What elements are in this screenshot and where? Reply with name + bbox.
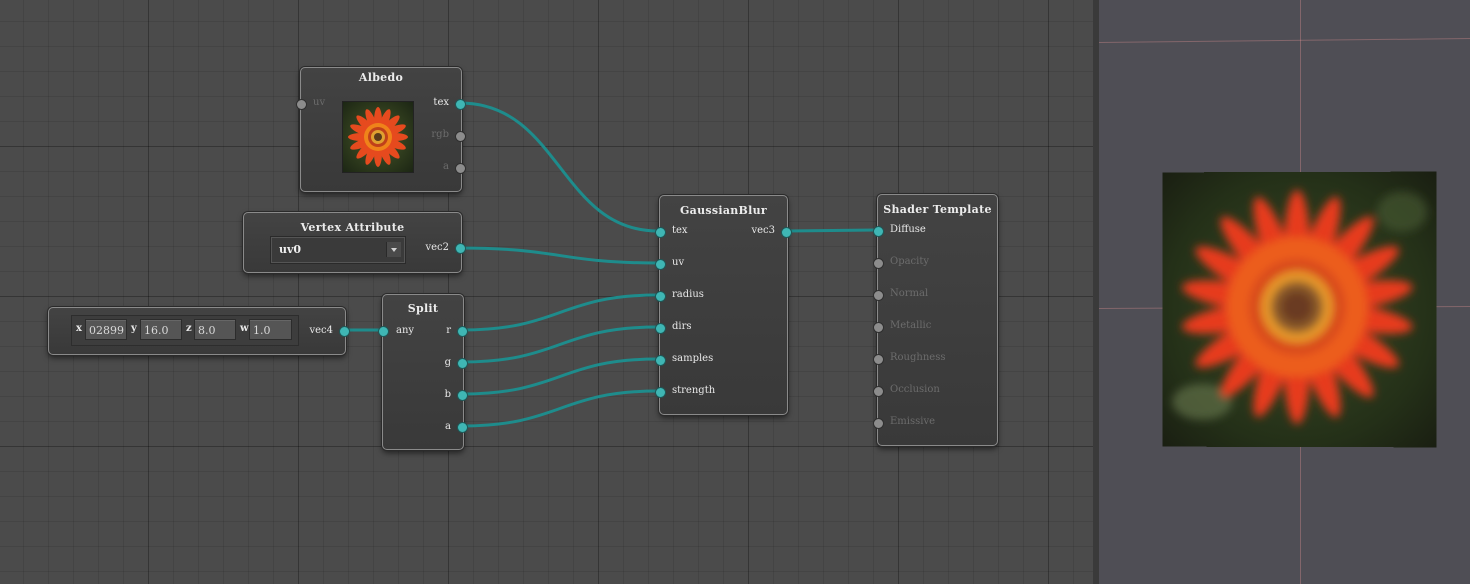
wire-vertex-vec2-to-blur-uv: [458, 246, 660, 265]
wire-split-g-to-blur-dirs: [460, 325, 660, 364]
shader-template-occlusion-label: Occlusion: [890, 384, 940, 395]
vector4-vec4-port[interactable]: [339, 326, 350, 337]
shader-template-emissive-label: Emissive: [890, 416, 936, 427]
vector4-vec4-label: vec4: [309, 325, 333, 336]
gaussian-blur-uv-label: uv: [672, 257, 685, 268]
shader-template-opacity-port[interactable]: [873, 258, 884, 269]
vertex-attribute-vec2-label: vec2: [425, 242, 449, 253]
vector4-w-label: w: [240, 323, 249, 334]
wire-blur-vec3-to-shader-diffuse: [785, 228, 878, 233]
shader-template-opacity-label: Opacity: [890, 256, 930, 267]
split-any-port[interactable]: [378, 326, 389, 337]
shader-template-diffuse-label: Diffuse: [890, 224, 926, 235]
wire-split-r-to-blur-radius: [460, 293, 660, 332]
wire-albedo-tex-to-blur-tex: [458, 101, 660, 233]
shader-template-metallic-label: Metallic: [890, 320, 932, 331]
gaussian-blur-tex-label: tex: [672, 225, 688, 236]
gaussian-blur-vec3-port[interactable]: [781, 227, 792, 238]
shader-template-normal-label: Normal: [890, 288, 929, 299]
gaussian-blur-dirs-port[interactable]: [655, 323, 666, 334]
split-a-label: a: [445, 421, 451, 432]
wire-split-a-to-blur-strength: [460, 389, 660, 428]
vector4-x-field[interactable]: 02899: [85, 319, 127, 340]
shader-template-emissive-port[interactable]: [873, 418, 884, 429]
vertex-attribute-node[interactable]: Vertex Attribute uv0 vec2: [243, 212, 466, 273]
shader-template-normal-port[interactable]: [873, 290, 884, 301]
split-b-port[interactable]: [457, 390, 468, 401]
albedo-uv-port[interactable]: [296, 99, 307, 110]
vector4-z-label: z: [186, 323, 192, 334]
shader-template-occlusion-port[interactable]: [873, 386, 884, 397]
shader-template-node[interactable]: Shader Template Diffuse Opacity Normal M…: [873, 194, 998, 446]
preview-viewport[interactable]: [1099, 0, 1470, 584]
vertex-attribute-node-title: Vertex Attribute: [300, 221, 405, 234]
gaussian-blur-radius-port[interactable]: [655, 291, 666, 302]
gaussian-blur-dirs-label: dirs: [672, 321, 692, 332]
shader-template-roughness-port[interactable]: [873, 354, 884, 365]
shader-template-metallic-port[interactable]: [873, 322, 884, 333]
split-b-label: b: [444, 389, 451, 400]
albedo-a-label: a: [443, 161, 449, 172]
albedo-a-port[interactable]: [455, 163, 466, 174]
shader-template-roughness-label: Roughness: [890, 352, 946, 363]
gaussian-blur-samples-port[interactable]: [655, 355, 666, 366]
gaussian-blur-strength-label: strength: [672, 385, 716, 396]
albedo-uv-label: uv: [313, 97, 326, 108]
shader-template-diffuse-port[interactable]: [873, 226, 884, 237]
flower-image: [343, 102, 413, 172]
split-a-port[interactable]: [457, 422, 468, 433]
vector4-node[interactable]: x 02899 y 16.0 z 8.0 w 1.0 vec4: [48, 307, 350, 355]
gaussian-blur-vec3-label: vec3: [751, 225, 775, 236]
vector4-w-field[interactable]: 1.0: [249, 319, 292, 340]
albedo-tex-port[interactable]: [455, 99, 466, 110]
preview-mesh: [1162, 171, 1437, 448]
shader-template-node-title: Shader Template: [883, 203, 992, 216]
split-node-title: Split: [407, 302, 439, 315]
blurred-flower-image: [1162, 171, 1437, 448]
vector4-x-label: x: [76, 323, 82, 334]
split-g-port[interactable]: [457, 358, 468, 369]
albedo-texture-thumbnail[interactable]: [342, 101, 414, 173]
gaussian-blur-radius-label: radius: [672, 289, 704, 300]
split-g-label: g: [444, 357, 451, 368]
vector4-z-field[interactable]: 8.0: [194, 319, 236, 340]
gaussian-blur-samples-label: samples: [672, 353, 714, 364]
wire-split-b-to-blur-samples: [460, 357, 660, 396]
gaussian-blur-uv-port[interactable]: [655, 259, 666, 270]
node-graph-canvas[interactable]: Albedo uv tex rgb a Vertex Attribute uv0…: [0, 0, 1096, 584]
gaussian-blur-tex-port[interactable]: [655, 227, 666, 238]
vertex-attribute-select[interactable]: uv0: [270, 236, 406, 264]
gaussian-blur-node-title: GaussianBlur: [679, 204, 768, 217]
albedo-tex-label: tex: [433, 97, 449, 108]
albedo-node[interactable]: Albedo uv tex rgb a: [296, 67, 466, 192]
split-r-port[interactable]: [457, 326, 468, 337]
albedo-rgb-port[interactable]: [455, 131, 466, 142]
gaussian-blur-node[interactable]: GaussianBlur tex uv radius dirs samples …: [655, 195, 792, 415]
vector4-y-field[interactable]: 16.0: [140, 319, 182, 340]
albedo-rgb-label: rgb: [431, 129, 449, 140]
gaussian-blur-strength-port[interactable]: [655, 387, 666, 398]
vertex-attribute-vec2-port[interactable]: [455, 243, 466, 254]
split-node[interactable]: Split any r g b a: [378, 294, 468, 450]
split-any-label: any: [396, 325, 415, 336]
split-r-label: r: [446, 325, 451, 336]
vertex-attribute-selected-value: uv0: [279, 243, 302, 256]
chevron-down-icon[interactable]: [386, 242, 401, 257]
albedo-node-title: Albedo: [358, 71, 404, 84]
preview-grid-line: [1099, 38, 1470, 43]
vector4-y-label: y: [131, 323, 137, 334]
